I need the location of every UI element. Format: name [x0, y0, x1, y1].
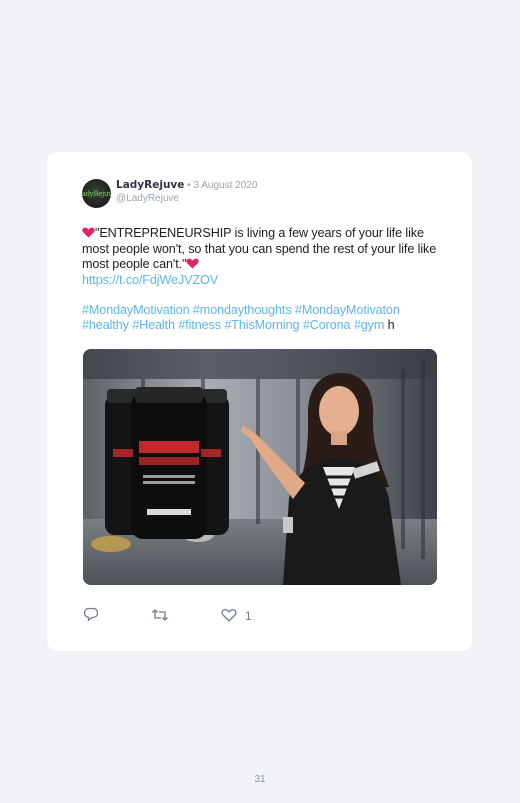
- tweet-quote: "ENTREPRENEURSHIP is living a few years …: [82, 226, 437, 271]
- like-count: 1: [245, 609, 252, 623]
- tweet-card[interactable]: LadyRejuve LadyRejuve • 3 August 2020 @L…: [47, 152, 472, 651]
- avatar-logo-text: LadyRejuve: [82, 189, 111, 198]
- hashtags-tail: h: [384, 318, 395, 332]
- tweet-media-image[interactable]: [83, 349, 437, 585]
- avatar[interactable]: LadyRejuve: [82, 179, 111, 208]
- reply-button[interactable]: [83, 607, 99, 625]
- tweet-date[interactable]: • 3 August 2020: [184, 180, 257, 191]
- tweet-text: "ENTREPRENEURSHIP is living a few years …: [82, 226, 442, 333]
- like-button[interactable]: 1: [221, 608, 252, 625]
- supplement-bottles: [105, 387, 229, 539]
- user-handle[interactable]: @LadyRejuve: [116, 192, 257, 205]
- hashtags: #MondayMotivation #mondaythoughts #Monda…: [82, 303, 442, 333]
- heart-outline-icon: [221, 608, 237, 625]
- tweet-actions: 1: [83, 607, 252, 625]
- author-info: LadyRejuve • 3 August 2020 @LadyRejuve: [116, 179, 257, 205]
- red-heart-icon: [82, 227, 95, 242]
- retweet-icon: [151, 608, 169, 625]
- red-heart-icon: [186, 258, 200, 273]
- page-number: 31: [254, 774, 266, 785]
- display-name[interactable]: LadyRejuve: [116, 179, 184, 191]
- retweet-button[interactable]: [151, 608, 169, 625]
- tweet-header: LadyRejuve LadyRejuve • 3 August 2020 @L…: [82, 179, 257, 208]
- tweet-link[interactable]: https://t.co/FdjWeJVZOV: [82, 273, 218, 287]
- hashtag-list[interactable]: #MondayMotivation #mondaythoughts #Monda…: [82, 303, 400, 332]
- reply-icon: [83, 607, 99, 625]
